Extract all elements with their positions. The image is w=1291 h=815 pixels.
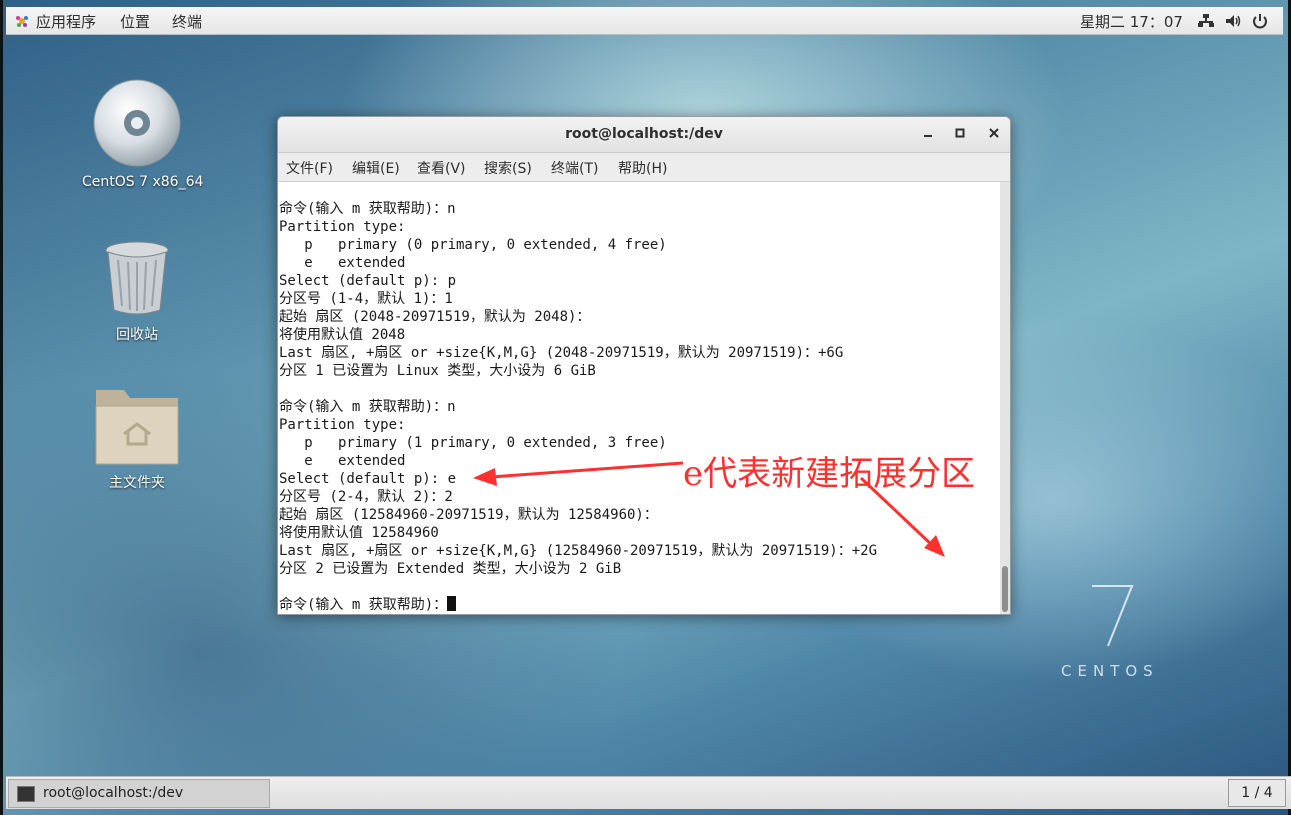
maximize-icon [955, 128, 965, 138]
terminal-line: 命令(输入 m 获取帮助)：n [279, 399, 456, 415]
terminal-line: 将使用默认值 2048 [279, 327, 406, 343]
terminal-prompt: 命令(输入 m 获取帮助)： [279, 597, 448, 613]
centos-seven-logo [1092, 585, 1134, 647]
terminal-line: Partition type: [279, 219, 406, 235]
terminal-line: 分区号 (1-4，默认 1)：1 [279, 291, 453, 307]
close-icon [989, 128, 999, 138]
maximize-button[interactable] [951, 126, 969, 144]
terminal-icon [17, 786, 35, 802]
menu-places[interactable]: 位置 [120, 11, 150, 32]
power-icon[interactable] [1251, 13, 1269, 29]
desktop: 应用程序 位置 终端 星期二 17：07 CentOS 7 x86_64 回收站… [0, 0, 1291, 815]
minimize-button[interactable] [919, 126, 937, 144]
terminal-line: 分区 1 已设置为 Linux 类型，大小设为 6 GiB [279, 363, 596, 379]
menu-edit[interactable]: 编辑(E) [352, 158, 400, 178]
bottom-panel: root@localhost:/dev 1 / 4 [6, 776, 1291, 809]
terminal-line: Last 扇区, +扇区 or +size{K,M,G} (12584960-2… [279, 543, 878, 559]
desktop-icon-dvd[interactable]: CentOS 7 x86_64 [82, 78, 204, 198]
terminal-line: Last 扇区, +扇区 or +size{K,M,G} (2048-20971… [279, 345, 844, 361]
trash-icon [105, 241, 169, 315]
desktop-icon-trash[interactable]: 回收站 [82, 238, 192, 348]
terminal-line: 命令(输入 m 获取帮助)：n [279, 201, 456, 217]
terminal-line: 起始 扇区 (2048-20971519，默认为 2048)： [279, 309, 591, 325]
menu-applications[interactable]: 应用程序 [36, 11, 96, 32]
menu-file[interactable]: 文件(F) [286, 158, 333, 178]
minimize-icon [924, 135, 932, 137]
menu-view[interactable]: 查看(V) [417, 158, 466, 178]
menu-search[interactable]: 搜索(S) [484, 158, 532, 178]
window-title: root@localhost:/dev [565, 126, 723, 142]
terminal-prompt-line[interactable]: 命令(输入 m 获取帮助)： [279, 596, 877, 614]
desktop-icon-home[interactable]: 主文件夹 [82, 384, 192, 494]
menu-help[interactable]: 帮助(H) [618, 158, 667, 178]
taskbar-window-label: root@localhost:/dev [43, 785, 184, 801]
terminal-lines: 命令(输入 m 获取帮助)：n Partition type: p primar… [279, 200, 877, 614]
workspace-switcher[interactable]: 1 / 4 [1228, 779, 1286, 807]
clock[interactable]: 星期二 17：07 [1080, 11, 1183, 32]
network-icon[interactable] [1197, 13, 1215, 29]
terminal-line: 起始 扇区 (12584960-20971519，默认为 12584960)： [279, 507, 658, 523]
terminal-cursor [447, 596, 457, 611]
centos-wordmark: CENTOS [1061, 662, 1159, 680]
top-panel: 应用程序 位置 终端 星期二 17：07 [6, 7, 1283, 35]
window-titlebar[interactable]: root@localhost:/dev [278, 117, 1010, 153]
terminal-line: Select (default p): p [279, 273, 457, 289]
home-folder-icon [95, 390, 179, 465]
terminal-line: p primary (0 primary, 0 extended, 4 free… [279, 237, 667, 253]
menu-terminal[interactable]: 终端 [172, 11, 202, 32]
terminal-line: 将使用默认值 12584960 [279, 525, 439, 541]
menu-terminal-menu[interactable]: 终端(T) [551, 158, 598, 178]
applications-icon [16, 16, 28, 27]
desktop-icon-label: 主文件夹 [109, 475, 165, 491]
terminal-line: Partition type: [279, 417, 406, 433]
terminal-line: e extended [279, 255, 406, 271]
window-menubar: 文件(F) 编辑(E) 查看(V) 搜索(S) 终端(T) 帮助(H) [278, 153, 1010, 182]
terminal-line: 分区 2 已设置为 Extended 类型，大小设为 2 GiB [279, 561, 622, 577]
close-button[interactable] [985, 126, 1003, 144]
terminal-output[interactable]: 命令(输入 m 获取帮助)：n Partition type: p primar… [278, 182, 1000, 614]
annotation-text: e代表新建拓展分区 [683, 454, 976, 494]
taskbar-window-button[interactable]: root@localhost:/dev [8, 779, 270, 808]
scrollbar-thumb[interactable] [1002, 566, 1008, 612]
terminal-window[interactable]: root@localhost:/dev 文件(F) 编辑(E) 查看(V) 搜索… [277, 116, 1011, 615]
scrollbar[interactable] [1000, 182, 1010, 614]
volume-icon[interactable] [1224, 13, 1242, 29]
desktop-icon-label: 回收站 [116, 327, 158, 343]
desktop-icon-label: CentOS 7 x86_64 [82, 174, 204, 190]
dvd-disc-icon [93, 79, 181, 167]
